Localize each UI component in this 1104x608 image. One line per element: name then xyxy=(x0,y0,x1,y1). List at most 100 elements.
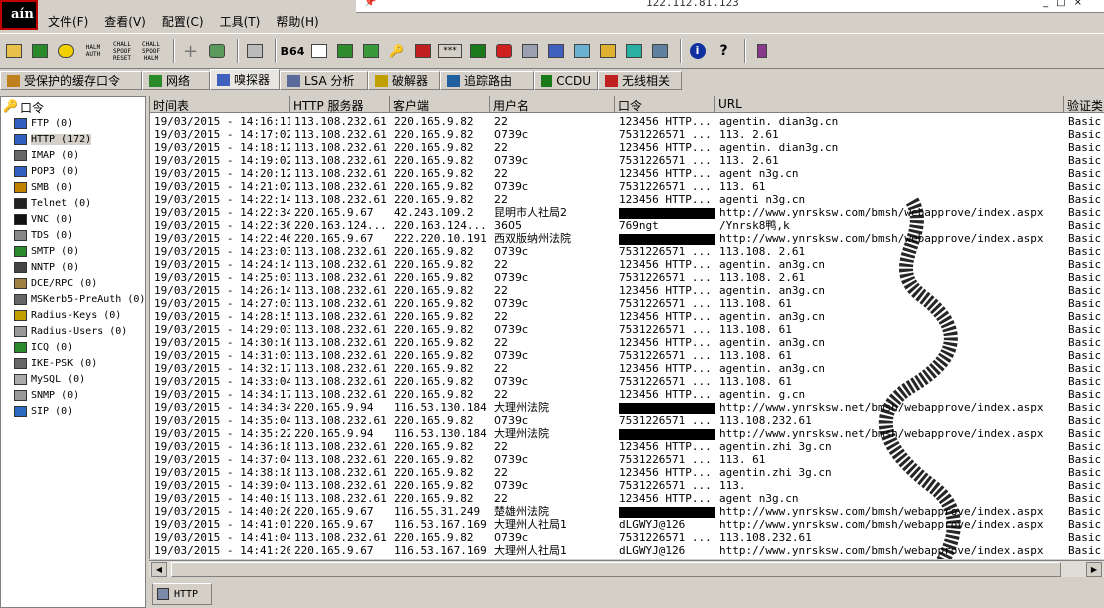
table-row[interactable]: 19/03/2015 - 14:22:36 220.163.124... 220.1… xyxy=(150,219,1104,232)
wireless-keys-icon[interactable] xyxy=(545,39,566,63)
table-row[interactable]: 19/03/2015 - 14:35:22 220.165.9.94 116.53.… xyxy=(150,427,1104,440)
menu-item-3[interactable]: 工具(T) xyxy=(212,12,269,30)
table-row[interactable]: 19/03/2015 - 14:40:26 220.165.9.67 116.55.… xyxy=(150,505,1104,518)
base64-icon[interactable]: B64 xyxy=(281,39,305,63)
scroll-thumb[interactable] xyxy=(171,562,1061,577)
table-row[interactable]: 19/03/2015 - 14:22:34 220.165.9.67 42.243.… xyxy=(150,206,1104,219)
bottom-tab-http[interactable]: HTTP xyxy=(152,583,212,605)
table-row[interactable]: 19/03/2015 - 14:29:03 113.108.232.61 220.1… xyxy=(150,323,1104,336)
tree-item-15[interactable]: IKE-PSK (0) xyxy=(13,355,97,371)
tree-item-0[interactable]: FTP (0) xyxy=(13,115,73,131)
table-row[interactable]: 19/03/2015 - 14:28:15 113.108.232.61 220.1… xyxy=(150,310,1104,323)
table-row[interactable]: 19/03/2015 - 14:30:16 113.108.232.61 220.1… xyxy=(150,336,1104,349)
column-header-2[interactable]: 客户端 xyxy=(390,96,490,113)
tree-item-11[interactable]: MSKerb5-PreAuth (0) xyxy=(13,291,145,307)
tab-2[interactable]: 嗅探器 xyxy=(210,69,280,90)
column-header-5[interactable]: URL xyxy=(715,96,1064,113)
help-icon[interactable]: ? xyxy=(713,39,734,63)
tree-item-2[interactable]: IMAP (0) xyxy=(13,147,79,163)
tab-7[interactable]: 无线相关 xyxy=(598,71,682,90)
tree-item-1[interactable]: HTTP (172) xyxy=(13,131,92,147)
open-folder-icon[interactable] xyxy=(3,39,24,63)
tree-item-10[interactable]: DCE/RPC (0) xyxy=(13,275,97,291)
plus-icon[interactable]: + xyxy=(180,39,201,63)
table-row[interactable]: 19/03/2015 - 14:40:19 113.108.232.61 220.1… xyxy=(150,492,1104,505)
tree-item-17[interactable]: SNMP (0) xyxy=(13,387,79,403)
terminal-icon[interactable] xyxy=(467,39,488,63)
tree-root-passwords[interactable]: 🔑 口令 xyxy=(3,99,44,116)
tab-3[interactable]: LSA 分析 xyxy=(280,71,368,90)
window-controls[interactable]: _□× xyxy=(1043,0,1090,8)
table-row[interactable]: 19/03/2015 - 14:38:18 113.108.232.61 220.1… xyxy=(150,466,1104,479)
table-row[interactable]: 19/03/2015 - 14:35:04 113.108.232.61 220.1… xyxy=(150,414,1104,427)
tree-item-3[interactable]: POP3 (0) xyxy=(13,163,79,179)
tab-1[interactable]: 网络 xyxy=(142,71,210,90)
tree-item-9[interactable]: NNTP (0) xyxy=(13,259,79,275)
table-row[interactable]: 19/03/2015 - 14:22:14 113.108.232.61 220.1… xyxy=(150,193,1104,206)
scroll-right-icon[interactable]: ▶ xyxy=(1086,562,1102,577)
table-row[interactable]: 19/03/2015 - 14:20:12 113.108.232.61 220.1… xyxy=(150,167,1104,180)
dialup-icon[interactable] xyxy=(493,39,514,63)
tree-item-8[interactable]: SMTP (0) xyxy=(13,243,79,259)
horizontal-scrollbar[interactable]: ◀ ▶ xyxy=(149,560,1104,577)
table-row[interactable]: 19/03/2015 - 14:22:46 220.165.9.67 222.220… xyxy=(150,232,1104,245)
wifi-icon[interactable] xyxy=(623,39,644,63)
tree-item-13[interactable]: Radius-Users (0) xyxy=(13,323,127,339)
menu-item-1[interactable]: 查看(V) xyxy=(96,12,154,30)
table-row[interactable]: 19/03/2015 - 14:16:11 113.108.232.61 220.1… xyxy=(150,115,1104,128)
password-decoder-icon[interactable]: *** xyxy=(438,44,462,58)
table-row[interactable]: 19/03/2015 - 14:23:03 113.108.232.61 220.1… xyxy=(150,245,1104,258)
table-row[interactable]: 19/03/2015 - 14:19:02 113.108.232.61 220.1… xyxy=(150,154,1104,167)
tree-item-14[interactable]: ICQ (0) xyxy=(13,339,73,355)
radiation-icon[interactable] xyxy=(55,39,76,63)
table-row[interactable]: 19/03/2015 - 14:41:01 220.165.9.67 116.53.… xyxy=(150,518,1104,531)
table-row[interactable]: 19/03/2015 - 14:25:03 113.108.232.61 220.1… xyxy=(150,271,1104,284)
chall-spoof-halm-button[interactable]: CHALL SPOOF HALM xyxy=(139,39,163,63)
table-row[interactable]: 19/03/2015 - 14:34:17 113.108.232.61 220.1… xyxy=(150,388,1104,401)
lsa-secrets-icon[interactable] xyxy=(519,39,540,63)
table-row[interactable]: 19/03/2015 - 14:41:04 113.108.232.61 220.1… xyxy=(150,531,1104,544)
halm-auth-button[interactable]: HALM AUTH xyxy=(81,39,105,63)
network-scan-icon[interactable] xyxy=(29,39,50,63)
vpn-icon[interactable] xyxy=(360,39,381,63)
chall-spoof-reset-button[interactable]: CHALL SPOOF RESET xyxy=(110,39,134,63)
tab-5[interactable]: 追踪路由 xyxy=(440,71,534,90)
tree-item-18[interactable]: SIP (0) xyxy=(13,403,73,419)
column-header-1[interactable]: HTTP 服务器 xyxy=(290,96,390,113)
table-row[interactable]: 19/03/2015 - 14:24:14 113.108.232.61 220.1… xyxy=(150,258,1104,271)
table-row[interactable]: 19/03/2015 - 14:37:04 113.108.232.61 220.1… xyxy=(150,453,1104,466)
column-header-3[interactable]: 用户名 xyxy=(490,96,615,113)
table-row[interactable]: 19/03/2015 - 14:32:17 113.108.232.61 220.1… xyxy=(150,362,1104,375)
table-row[interactable]: 19/03/2015 - 14:18:12 113.108.232.61 220.1… xyxy=(150,141,1104,154)
tree-item-7[interactable]: TDS (0) xyxy=(13,227,73,243)
table-row[interactable]: 19/03/2015 - 14:33:04 113.108.232.61 220.1… xyxy=(150,375,1104,388)
menu-item-4[interactable]: 帮助(H) xyxy=(268,12,326,30)
tab-4[interactable]: 破解器 xyxy=(368,71,440,90)
certificate-icon[interactable] xyxy=(308,39,329,63)
table-row[interactable]: 19/03/2015 - 14:31:03 113.108.232.61 220.1… xyxy=(150,349,1104,362)
menu-item-0[interactable]: 文件(F) xyxy=(40,12,96,30)
tree-item-5[interactable]: Telnet (0) xyxy=(13,195,91,211)
pause-tool-icon[interactable] xyxy=(751,39,772,63)
pin-icon[interactable]: 📌 xyxy=(364,0,376,8)
table-row[interactable]: 19/03/2015 - 14:41:20 220.165.9.67 116.53.… xyxy=(150,544,1104,557)
tree-item-16[interactable]: MySQL (0) xyxy=(13,371,85,387)
tab-0[interactable]: 受保护的缓存口令 xyxy=(0,71,142,90)
tree-item-6[interactable]: VNC (0) xyxy=(13,211,73,227)
phone-icon[interactable] xyxy=(649,39,670,63)
menu-item-2[interactable]: 配置(C) xyxy=(154,12,212,30)
rdp-icon[interactable] xyxy=(412,39,433,63)
table-row[interactable]: 19/03/2015 - 14:21:02 113.108.232.61 220.1… xyxy=(150,180,1104,193)
table-row[interactable]: 19/03/2015 - 14:27:03 113.108.232.61 220.1… xyxy=(150,297,1104,310)
scroll-left-icon[interactable]: ◀ xyxy=(151,562,167,577)
table-row[interactable]: 19/03/2015 - 14:17:02 113.108.232.61 220.1… xyxy=(150,128,1104,141)
tree-item-4[interactable]: SMB (0) xyxy=(13,179,73,195)
key-icon[interactable]: 🔑 xyxy=(386,39,407,63)
column-header-4[interactable]: 口令 xyxy=(615,96,715,113)
table-row[interactable]: 19/03/2015 - 14:34:34 220.165.9.94 116.53.… xyxy=(150,401,1104,414)
shield-icon[interactable] xyxy=(206,39,227,63)
credential-icon[interactable] xyxy=(571,39,592,63)
hash-tool-icon[interactable] xyxy=(244,39,265,63)
tree-item-12[interactable]: Radius-Keys (0) xyxy=(13,307,121,323)
table-row[interactable]: 19/03/2015 - 14:26:14 113.108.232.61 220.1… xyxy=(150,284,1104,297)
